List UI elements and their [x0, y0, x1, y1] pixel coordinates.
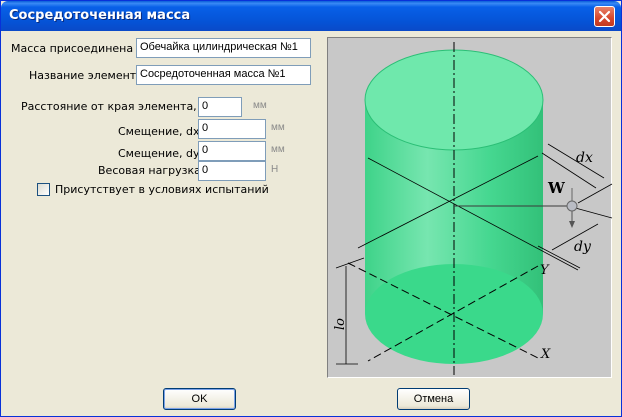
mass-point: [566, 200, 578, 212]
cancel-button[interactable]: Отмена: [397, 388, 470, 410]
offset-dx-label: Смещение, dx:: [118, 125, 204, 138]
close-button[interactable]: [594, 6, 615, 27]
label-lo: lo: [333, 318, 348, 330]
distance-label: Расстояние от края элемента, lo:: [21, 100, 214, 113]
label-y: Y: [540, 263, 550, 278]
offset-dx-unit: мм: [271, 122, 285, 133]
window-title: Сосредоточенная масса: [9, 8, 191, 23]
offset-dy-unit: мм: [271, 144, 285, 155]
title-bar[interactable]: Сосредоточенная масса: [1, 1, 621, 31]
dialog-window: Сосредоточенная масса Масса присоединена…: [0, 0, 622, 417]
label-dx: dx: [576, 150, 593, 166]
distance-field[interactable]: 0: [198, 97, 242, 117]
attached-to-label: Масса присоединена к:: [11, 42, 147, 55]
label-w: W: [547, 179, 566, 197]
weight-field[interactable]: 0: [198, 161, 266, 181]
distance-unit: мм: [253, 100, 267, 111]
offset-dy-label: Смещение, dy:: [118, 147, 203, 160]
weight-unit: Н: [271, 164, 279, 175]
diagram-preview: W dx dy Y X lo: [327, 37, 613, 378]
offset-dx-field[interactable]: 0: [198, 119, 266, 139]
weight-label: Весовая нагрузка:: [98, 164, 205, 177]
test-condition-label[interactable]: Присутствует в условиях испытаний: [55, 183, 269, 196]
label-dy: dy: [574, 239, 592, 255]
element-name-field[interactable]: Сосредоточенная масса №1: [136, 65, 311, 85]
close-icon: [598, 10, 611, 23]
offset-dy-field[interactable]: 0: [198, 141, 266, 161]
attached-to-field[interactable]: Обечайка цилиндрическая №1: [136, 38, 311, 58]
ok-button[interactable]: OK: [163, 388, 236, 410]
element-name-label: Название элемента:: [29, 69, 147, 82]
test-condition-checkbox[interactable]: [37, 183, 50, 196]
label-x: X: [540, 347, 551, 362]
cylinder-diagram: W dx dy Y X lo: [333, 42, 613, 375]
